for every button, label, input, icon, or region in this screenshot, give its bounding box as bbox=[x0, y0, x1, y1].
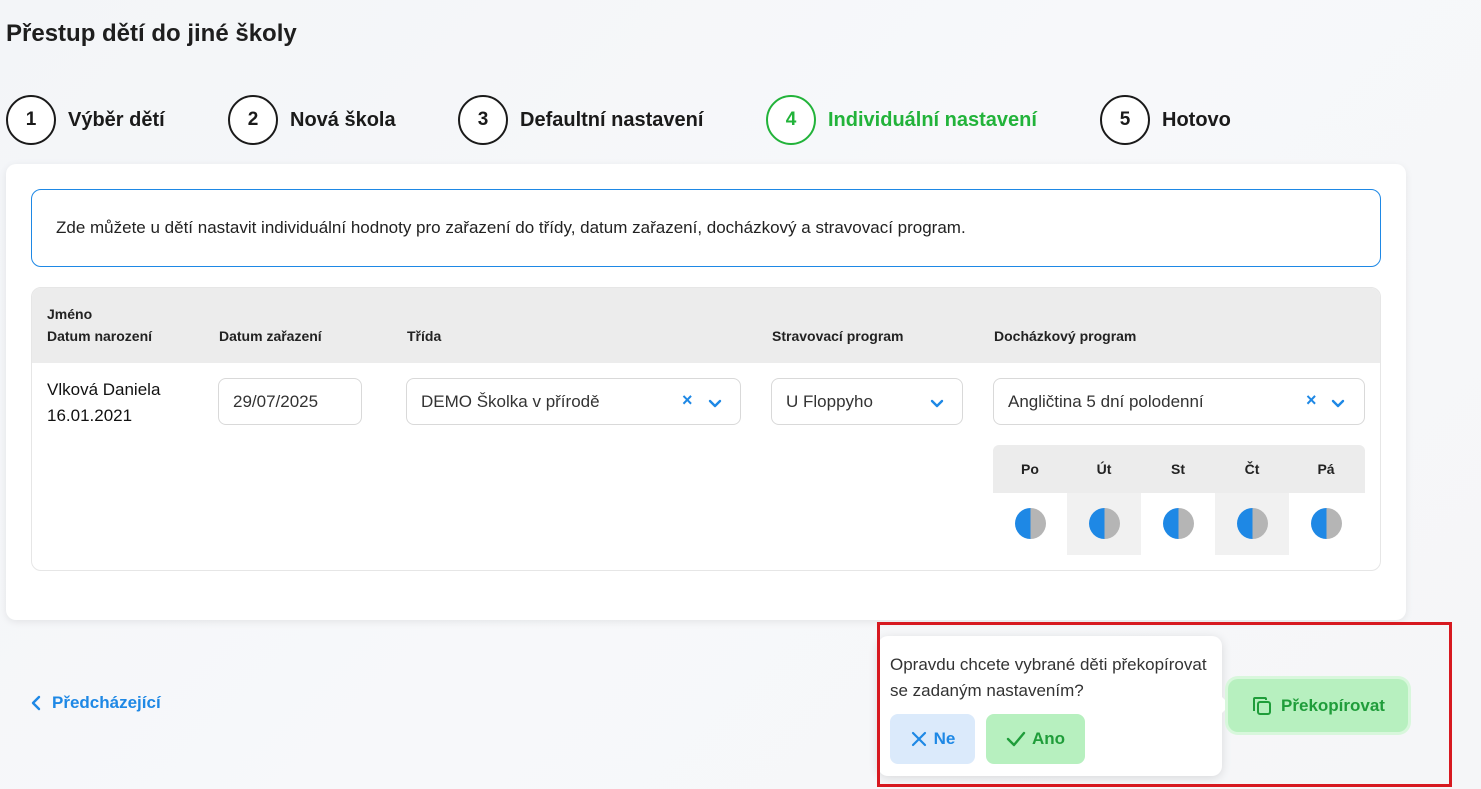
previous-label: Předcházející bbox=[52, 693, 161, 712]
info-text: Zde můžete u dětí nastavit individuální … bbox=[56, 218, 966, 237]
page-title: Přestup dětí do jiné školy bbox=[6, 20, 297, 47]
highlight-frame bbox=[877, 622, 1452, 787]
meal-program-value: U Floppyho bbox=[786, 391, 873, 411]
step-5[interactable]: 5 Hotovo bbox=[1100, 95, 1231, 145]
day-cell bbox=[1215, 493, 1289, 555]
half-day-icon[interactable] bbox=[1015, 508, 1046, 539]
day-label: Út bbox=[1096, 461, 1112, 477]
day-label: Po bbox=[1021, 461, 1039, 477]
step-label: Individuální nastavení bbox=[828, 108, 1037, 131]
class-select[interactable]: DEMO Školka v přírodě × bbox=[406, 378, 741, 425]
step-label: Defaultní nastavení bbox=[520, 108, 704, 131]
day-thu: Čt bbox=[1215, 445, 1289, 555]
half-day-icon[interactable] bbox=[1089, 508, 1120, 539]
child-name-cell: Vlková Daniela 16.01.2021 bbox=[47, 377, 160, 429]
settings-card: Zde můžete u dětí nastavit individuální … bbox=[6, 164, 1406, 620]
chevron-down-icon[interactable] bbox=[707, 395, 723, 411]
previous-link[interactable]: Předcházející bbox=[30, 693, 161, 713]
step-label: Nová škola bbox=[290, 108, 396, 131]
step-3[interactable]: 3 Defaultní nastavení bbox=[458, 95, 703, 145]
step-number: 4 bbox=[766, 95, 816, 145]
half-day-icon[interactable] bbox=[1311, 508, 1342, 539]
day-cell bbox=[1141, 493, 1215, 555]
enrollment-date-input[interactable]: 29/07/2025 bbox=[218, 378, 362, 425]
day-tue: Út bbox=[1067, 445, 1141, 555]
day-label: Čt bbox=[1244, 461, 1260, 477]
half-day-icon[interactable] bbox=[1163, 508, 1194, 539]
step-number: 3 bbox=[458, 95, 508, 145]
child-name: Vlková Daniela bbox=[47, 380, 161, 399]
header-name-line2: Datum narození bbox=[47, 328, 153, 344]
attendance-program-value: Angličtina 5 dní polodenní bbox=[1008, 391, 1204, 411]
header-class: Třída bbox=[407, 328, 442, 344]
attendance-program-select[interactable]: Angličtina 5 dní polodenní × bbox=[993, 378, 1365, 425]
attendance-days: Po Út St Čt Pá bbox=[993, 445, 1365, 555]
children-table: Jméno Datum narození Datum zařazení Tříd… bbox=[31, 287, 1381, 571]
header-name: Jméno Datum narození bbox=[47, 303, 152, 347]
info-box: Zde můžete u dětí nastavit individuální … bbox=[31, 189, 1381, 267]
header-attendance-program: Docházkový program bbox=[994, 328, 1137, 344]
step-number: 1 bbox=[6, 95, 56, 145]
clear-icon[interactable]: × bbox=[1306, 390, 1317, 411]
header-enrollment-date: Datum zařazení bbox=[219, 328, 322, 344]
day-label: Pá bbox=[1317, 461, 1335, 477]
step-label: Výběr dětí bbox=[68, 108, 165, 131]
day-mon: Po bbox=[993, 445, 1067, 555]
chevron-down-icon[interactable] bbox=[1330, 395, 1346, 411]
chevron-left-icon bbox=[31, 695, 41, 711]
class-value: DEMO Školka v přírodě bbox=[421, 391, 600, 411]
child-birth-date: 16.01.2021 bbox=[47, 406, 133, 425]
step-label: Hotovo bbox=[1162, 108, 1231, 131]
clear-icon[interactable]: × bbox=[682, 390, 693, 411]
step-number: 5 bbox=[1100, 95, 1150, 145]
step-2[interactable]: 2 Nová škola bbox=[228, 95, 396, 145]
half-day-icon[interactable] bbox=[1237, 508, 1268, 539]
day-cell bbox=[1289, 493, 1363, 555]
header-name-line1: Jméno bbox=[47, 306, 93, 322]
day-cell bbox=[1067, 493, 1141, 555]
day-fri: Pá bbox=[1289, 445, 1363, 555]
step-number: 2 bbox=[228, 95, 278, 145]
chevron-down-icon[interactable] bbox=[929, 395, 945, 411]
day-label: St bbox=[1171, 461, 1185, 477]
step-4[interactable]: 4 Individuální nastavení bbox=[766, 95, 1037, 145]
enrollment-date-value: 29/07/2025 bbox=[233, 391, 319, 411]
meal-program-select[interactable]: U Floppyho bbox=[771, 378, 963, 425]
table-header: Jméno Datum narození Datum zařazení Tříd… bbox=[32, 288, 1380, 363]
header-meal-program: Stravovací program bbox=[772, 328, 904, 344]
step-1[interactable]: 1 Výběr dětí bbox=[6, 95, 165, 145]
day-wed: St bbox=[1141, 445, 1215, 555]
day-cell bbox=[993, 493, 1067, 555]
